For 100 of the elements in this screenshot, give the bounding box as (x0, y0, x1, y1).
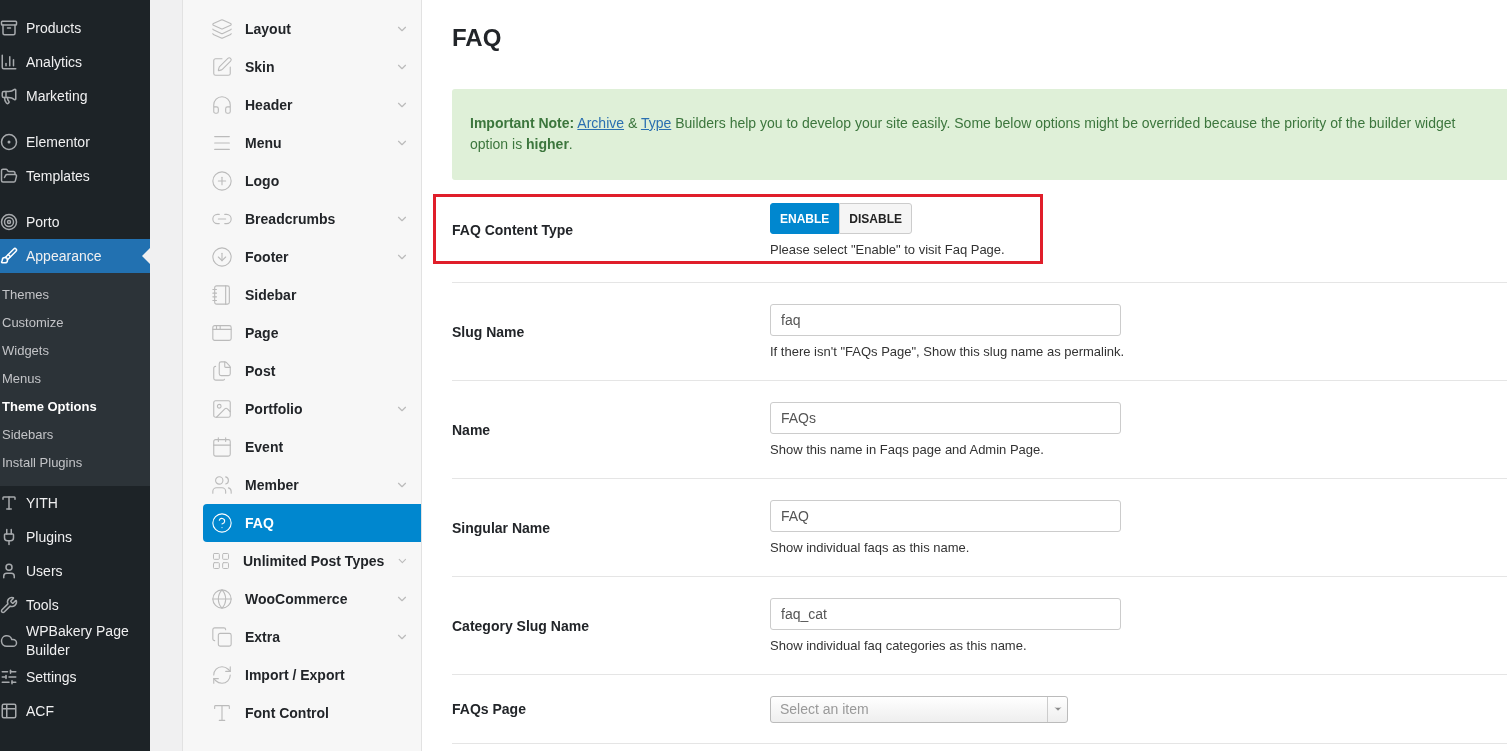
toggle-button[interactable]: ENABLE (770, 203, 840, 234)
page-title: FAQ (452, 24, 503, 52)
admin-nav-item[interactable]: Tools (0, 588, 150, 622)
caret-icon (1052, 704, 1063, 714)
admin-nav-item[interactable]: Plugins (0, 520, 150, 554)
admin-nav-item[interactable]: Templates (0, 159, 150, 193)
sliders-icon (0, 668, 18, 686)
admin-nav-item[interactable]: Appearance (0, 239, 150, 273)
options-nav-item[interactable]: Menu (203, 124, 421, 162)
options-nav-item[interactable]: Portfolio (203, 390, 421, 428)
submenu-item[interactable]: Install Plugins (0, 448, 150, 476)
nav-label: WooCommerce (245, 591, 349, 607)
input-field[interactable]: faq_cat (770, 598, 1121, 630)
nav-label: Extra (245, 629, 282, 645)
headphones-icon (211, 94, 233, 116)
admin-nav-item[interactable]: Users (0, 554, 150, 588)
options-nav-item[interactable]: Logo (203, 162, 421, 200)
nav-label: Event (245, 439, 285, 455)
nav-label: FAQ (245, 515, 275, 531)
submenu-item[interactable]: Sidebars (0, 420, 150, 448)
options-nav-item[interactable]: Event (203, 428, 421, 466)
admin-nav-item[interactable]: Marketing (0, 79, 150, 113)
folder-icon (0, 167, 18, 185)
circle-icon (0, 133, 18, 151)
options-nav-item[interactable]: Member (203, 466, 421, 504)
options-nav-item[interactable]: Page (203, 314, 421, 352)
menu-label: Marketing (26, 86, 88, 106)
megaphone-icon (0, 87, 18, 105)
input-field[interactable]: FAQ (770, 500, 1121, 532)
options-nav-item[interactable]: Extra (203, 618, 421, 656)
image-icon (211, 398, 233, 420)
field-label: Singular Name (452, 519, 552, 536)
input-field[interactable]: faq (770, 304, 1121, 336)
options-nav-item[interactable]: Header (203, 86, 421, 124)
field-label: Slug Name (452, 323, 526, 340)
menu-label: Products (26, 18, 82, 38)
admin-nav-item[interactable]: WPBakery Page Builder (0, 622, 150, 660)
menu-label: ACF (26, 701, 54, 721)
field-description: Please select "Enable" to visit Faq Page. (770, 242, 1005, 257)
field-description: Show individual faqs as this name. (770, 540, 971, 555)
options-nav-item[interactable]: Font Control (203, 694, 421, 732)
menu-label: Analytics (26, 52, 83, 72)
field-description: Show this name in Faqs page and Admin Page. (770, 442, 1045, 457)
nav-label: Header (245, 97, 294, 113)
menu-label: Elementor (26, 132, 90, 152)
options-nav-item[interactable]: Footer (203, 238, 421, 276)
nav-label: Import / Export (245, 667, 346, 683)
options-nav-item[interactable]: Skin (203, 48, 421, 86)
notebook-icon (211, 284, 233, 306)
menu-label: Tools (26, 595, 59, 615)
toggle-button[interactable]: DISABLE (839, 203, 912, 234)
menu-label: Templates (26, 166, 90, 186)
pen-icon (211, 56, 233, 78)
nav-label: Portfolio (245, 401, 304, 417)
options-nav-item[interactable]: Unlimited Post Types (203, 542, 421, 580)
letter-icon (0, 494, 18, 512)
submenu-item[interactable]: Themes (0, 280, 150, 308)
admin-nav-item[interactable]: Porto (0, 205, 150, 239)
admin-nav-item[interactable]: ACF (0, 694, 150, 728)
nav-label: Skin (245, 59, 276, 75)
menu-label: Plugins (26, 527, 72, 547)
plus-icon (211, 170, 233, 192)
admin-nav-item[interactable]: Settings (0, 660, 150, 694)
archive-link[interactable]: Archive (577, 115, 625, 131)
nav-label: Member (245, 477, 300, 493)
options-nav-item[interactable]: Layout (203, 10, 421, 48)
field-label: FAQ Content Type (452, 222, 575, 238)
admin-nav-item[interactable]: Elementor (0, 125, 150, 159)
nav-label: Footer (245, 249, 290, 265)
type-link[interactable]: Type (640, 115, 672, 131)
options-nav-item[interactable]: Post (203, 352, 421, 390)
admin-nav-item[interactable]: Analytics (0, 45, 150, 79)
grid-icon (211, 550, 231, 572)
options-nav-item[interactable]: WooCommerce (203, 580, 421, 618)
nav-label: Sidebar (245, 287, 298, 303)
options-nav-item[interactable]: Breadcrumbs (203, 200, 421, 238)
admin-nav-item[interactable]: YITH (0, 486, 150, 520)
menu-label: Settings (26, 667, 77, 687)
field-description: If there isn't "FAQs Page", Show this slug name as permalink. (770, 344, 1125, 359)
submenu-item[interactable]: Menus (0, 364, 150, 392)
letter-icon (211, 702, 233, 724)
copy-icon (211, 626, 233, 648)
options-nav-item[interactable]: Sidebar (203, 276, 421, 314)
brush-icon (0, 247, 18, 265)
admin-nav-item[interactable]: Products (0, 11, 150, 45)
input-field[interactable]: FAQs (770, 402, 1121, 434)
submenu-item[interactable]: Customize (0, 308, 150, 336)
note-box: Important Note: Archive & Type Builders help you to develop your site easily. Some below options might be overrided because the priority of the builder widget option is higher. (452, 89, 1507, 180)
options-nav-item[interactable]: Import / Export (203, 656, 421, 694)
nav-label: Page (245, 325, 280, 341)
options-nav-item[interactable]: FAQ (203, 504, 421, 542)
help-icon (211, 512, 233, 534)
window-icon (211, 322, 233, 344)
users-icon (211, 474, 233, 496)
submenu-item[interactable]: Theme Options (0, 392, 150, 420)
calendar-icon (211, 436, 233, 458)
table-icon (0, 702, 18, 720)
field-description: Show individual faq categories as this name. (770, 638, 1028, 653)
submenu-item[interactable]: Widgets (0, 336, 150, 364)
globe-icon (211, 588, 233, 610)
